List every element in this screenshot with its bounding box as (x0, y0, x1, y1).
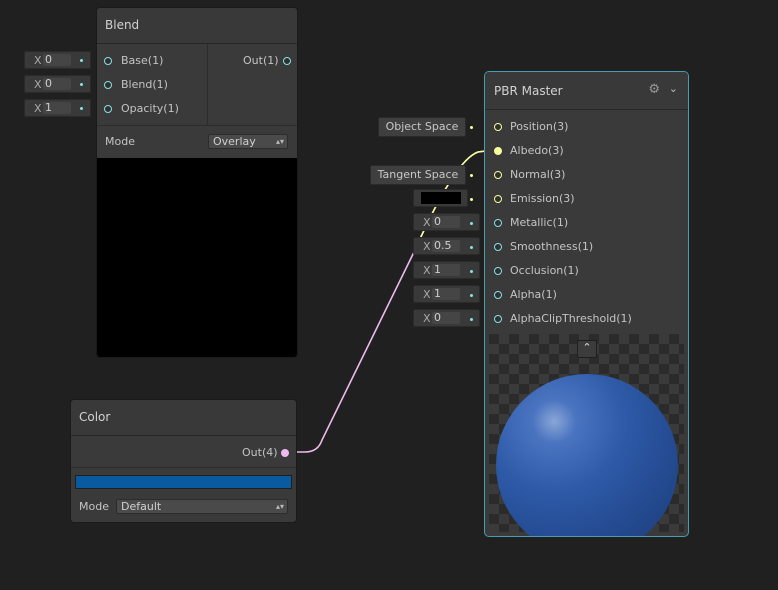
blend-link-dot (80, 83, 83, 86)
normal-port[interactable] (494, 171, 502, 179)
blend-out-port[interactable] (283, 57, 291, 65)
normal-space-field[interactable]: Tangent Space (370, 165, 466, 185)
chevron-down-icon[interactable]: ⌄ (669, 82, 678, 95)
color-mode-dropdown[interactable]: Default ▴▾ (116, 499, 288, 514)
alphaclip-link-dot (470, 318, 473, 321)
smoothness-link-dot (470, 246, 473, 249)
emission-link-dot (470, 198, 473, 201)
alpha-port[interactable] (494, 291, 502, 299)
blend-port[interactable] (104, 81, 112, 89)
occlusion-link-dot (470, 270, 473, 273)
position-port[interactable] (494, 123, 502, 131)
position-link-dot (470, 126, 473, 129)
base-label: Base(1) (121, 54, 164, 67)
blend-out-label: Out(1) (243, 54, 279, 67)
color-node-title[interactable]: Color (71, 400, 296, 436)
blend-input-divider (207, 44, 208, 125)
metallic-link-dot (470, 222, 473, 225)
opacity-port[interactable] (104, 105, 112, 113)
alpha-link-dot (470, 294, 473, 297)
blend-preview (97, 158, 297, 357)
position-space-field[interactable]: Object Space (378, 117, 466, 137)
blend-mode-label: Mode (105, 135, 135, 148)
color-mode-label: Mode (79, 500, 109, 513)
dropdown-arrows-icon: ▴▾ (275, 502, 284, 511)
color-body: Mode Default ▴▾ (71, 467, 296, 522)
base-port[interactable] (104, 57, 112, 65)
color-out-label: Out(4) (242, 446, 278, 459)
blend-mode-row: Mode Overlay ▴▾ (97, 125, 297, 159)
gear-icon[interactable]: ⚙ (648, 82, 660, 97)
pbr-inputs: Position(3) Albedo(3) Normal(3) Emission… (485, 110, 688, 334)
blend-node[interactable]: Blend Base(1) Blend(1) Opacity(1) Out(1)… (96, 7, 298, 358)
color-out-port[interactable] (281, 449, 289, 457)
pbr-node-title[interactable]: PBR Master ⚙ ⌄ (485, 72, 688, 110)
base-link-dot (80, 59, 83, 62)
occlusion-port[interactable] (494, 267, 502, 275)
metallic-port[interactable] (494, 219, 502, 227)
chevron-up-icon[interactable]: ⌃ (577, 340, 597, 358)
alphaclip-port[interactable] (494, 315, 502, 323)
dropdown-arrows-icon: ▴▾ (275, 137, 284, 146)
color-output-out[interactable]: Out(4) (242, 442, 289, 464)
blend-output-out[interactable]: Out(1) (243, 50, 291, 72)
smoothness-port[interactable] (494, 243, 502, 251)
preview-sphere (496, 374, 678, 536)
albedo-port[interactable] (494, 147, 502, 155)
blend-mode-dropdown[interactable]: Overlay ▴▾ (208, 134, 288, 149)
emission-port[interactable] (494, 195, 502, 203)
color-node[interactable]: Color Out(4) Mode Default ▴▾ (70, 399, 297, 523)
color-swatch[interactable] (75, 475, 292, 489)
pbr-preview: ⌃ (489, 334, 684, 536)
emission-color-swatch (421, 192, 461, 204)
opacity-link-dot (80, 107, 83, 110)
opacity-label: Opacity(1) (121, 102, 179, 115)
normal-link-dot (470, 174, 473, 177)
blend-node-title[interactable]: Blend (97, 8, 297, 44)
emission-color-field[interactable] (413, 189, 468, 207)
pbr-master-node[interactable]: PBR Master ⚙ ⌄ Position(3) Albedo(3) Nor… (484, 71, 689, 537)
blend-label: Blend(1) (121, 78, 168, 91)
